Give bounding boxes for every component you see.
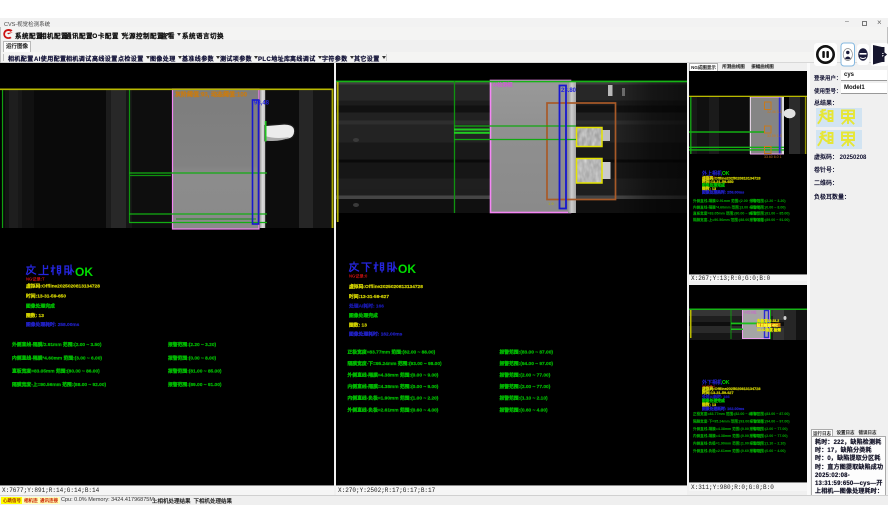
- svg-text:33.60 6.0 1: 33.60 6.0 1: [764, 155, 782, 159]
- svg-text:报警范围:(0.00 ~ 8.00): 报警范围:(0.00 ~ 8.00): [168, 355, 217, 362]
- svg-text:报警范围:(0.60 ~ 4.00): 报警范围:(0.60 ~ 4.00): [500, 407, 549, 414]
- svg-text:虛拟码:Offline2025020813134728: 虛拟码:Offline2025020813134728: [349, 283, 423, 290]
- svg-text:1.9: 1.9: [548, 201, 554, 206]
- svg-text:报警范围:(2.00 ~ 77.00): 报警范围:(2.00 ~ 77.00): [500, 372, 551, 379]
- svg-text:NG记录:0: NG记录:0: [349, 273, 368, 280]
- svg-text:圈数: 13: 圈数: 13: [26, 312, 44, 319]
- svg-text:报警范围:(2.00 ~ 77.00): 报警范围:(2.00 ~ 77.00): [750, 426, 789, 431]
- svg-text:负极耳13 33.2: 负极耳13 33.2: [757, 318, 779, 323]
- svg-text:虛拟码:Offline2025020813134728: 虛拟码:Offline2025020813134728: [26, 283, 100, 290]
- svg-text:报警范围:(1.10 ~ 2.10): 报警范围:(1.10 ~ 2.10): [500, 395, 549, 402]
- svg-text:处理AI耗时: 166: 处理AI耗时: 166: [348, 303, 384, 310]
- svg-text:报警范围:(83.00 ~ 87.00): 报警范围:(83.00 ~ 87.00): [750, 411, 791, 416]
- svg-text:23.80: 23.80: [561, 88, 577, 94]
- svg-text:报警范围:(1.10 ~ 2.10): 报警范围:(1.10 ~ 2.10): [750, 441, 787, 446]
- svg-text:12.42角度 检测: 12.42角度 检测: [757, 327, 781, 332]
- svg-text:AI检测框: AI检测框: [744, 310, 757, 315]
- svg-text:图像处理完成: 图像处理完成: [26, 303, 55, 310]
- svg-text:报警范围:(89.00 ~ 91.00): 报警范围:(89.00 ~ 91.00): [168, 381, 222, 388]
- svg-text:图像处理耗时: 258.00ms: 图像处理耗时: 258.00ms: [26, 321, 80, 328]
- svg-text:外侧直线-负极=2.61mm 范围:(0.60 ~ 4.00: 外侧直线-负极=2.61mm 范围:(0.60 ~ 4.00): [348, 407, 439, 414]
- svg-text:图像处理耗时: 162.00ms: 图像处理耗时: 162.00ms: [702, 406, 744, 411]
- svg-text:内侧直线-负极=1.90mm 范围:(1.00 ~ 2.20: 内侧直线-负极=1.90mm 范围:(1.00 ~ 2.20): [348, 395, 439, 402]
- svg-text:报警范围:(83.00 ~ 87.00): 报警范围:(83.00 ~ 87.00): [500, 349, 554, 356]
- svg-text:隔膜宽度-下=95.24mm 范围:(93.00 ~ 98.: 隔膜宽度-下=95.24mm 范围:(93.00 ~ 98.00): [348, 360, 443, 367]
- svg-text:灰阶阈值:93, 动态阈值:100: 灰阶阈值:93, 动态阈值:100: [175, 91, 248, 99]
- svg-text:外侧直线-隔膜/2.91mm 范围:(2.00 ~ 3.50: 外侧直线-隔膜/2.91mm 范围:(2.00 ~ 3.50): [12, 341, 102, 348]
- svg-text:报警范围:(81.00 ~ 85.00): 报警范围:(81.00 ~ 85.00): [750, 211, 791, 216]
- svg-text:报警范围:(2.00 ~ 77.00): 报警范围:(2.00 ~ 77.00): [750, 433, 789, 438]
- svg-text:时间:13-31-59-650: 时间:13-31-59-650: [26, 293, 66, 300]
- svg-text:报警范围:(0.60 ~ 4.00): 报警范围:(0.60 ~ 4.00): [750, 448, 787, 453]
- svg-text:报警范围:(94.00 ~ 97.00): 报警范围:(94.00 ~ 97.00): [750, 418, 791, 423]
- svg-text:OK: OK: [398, 262, 416, 276]
- svg-text:直板宽度=83.05mm 范围:(80.00 ~ 86.00: 直板宽度=83.05mm 范围:(80.00 ~ 86.00): [12, 368, 100, 375]
- svg-text:报警范围:(2.20 ~ 3.20): 报警范围:(2.20 ~ 3.20): [168, 341, 217, 348]
- svg-text:图像处理完成: 图像处理完成: [349, 312, 378, 319]
- svg-text:圈数: 13: 圈数: 13: [349, 322, 367, 329]
- svg-text:93,48: 93,48: [254, 101, 270, 107]
- svg-text:时间:13-31-59-627: 时间:13-31-59-627: [349, 293, 389, 300]
- svg-text:隔膜宽度-上=90.56mm 范围:(88.00 ~ 92.: 隔膜宽度-上=90.56mm 范围:(88.00 ~ 92.00): [12, 381, 107, 388]
- svg-text:缸目检测 462: 缸目检测 462: [756, 323, 778, 328]
- svg-text:33.09 1.3: 33.09 1.3: [767, 134, 782, 138]
- svg-text:内侧直线-隔膜=4.38mm 范围:(0.00 ~ 9.00: 内侧直线-隔膜=4.38mm 范围:(0.00 ~ 9.00): [348, 383, 439, 390]
- svg-text:正极宽度=83.77mm 范围:(82.00 ~ 88.00: 正极宽度=83.77mm 范围:(82.00 ~ 88.00): [348, 349, 436, 356]
- svg-text:内侧直线-隔膜*4.60mm 范围:(3.00 ~ 6.00: 内侧直线-隔膜*4.60mm 范围:(3.00 ~ 6.00): [12, 355, 102, 362]
- svg-text:NG记录:T: NG记录:T: [26, 276, 45, 283]
- svg-text:报警范围:(89.00 ~ 91.00): 报警范围:(89.00 ~ 91.00): [750, 217, 791, 222]
- svg-text:报警范围:(2.00 ~ 77.00): 报警范围:(2.00 ~ 77.00): [500, 383, 551, 390]
- svg-text:AI检测框: AI检测框: [493, 82, 513, 89]
- svg-text:报警范围:(81.00 ~ 85.00): 报警范围:(81.00 ~ 85.00): [168, 368, 222, 375]
- svg-text:图像处理耗时: 258.00ms: 图像处理耗时: 258.00ms: [702, 190, 744, 195]
- svg-text:图像处理耗时: 162.00ms: 图像处理耗时: 162.00ms: [349, 331, 403, 338]
- svg-text:外侧直线-隔膜=4.38mm 范围:(0.00 ~ 9.00: 外侧直线-隔膜=4.38mm 范围:(0.00 ~ 9.00): [348, 372, 439, 379]
- svg-text:报警范围:(2.20 ~ 3.20): 报警范围:(2.20 ~ 3.20): [750, 198, 787, 203]
- svg-text:报警范围:(94.00 ~ 97.00): 报警范围:(94.00 ~ 97.00): [500, 360, 554, 367]
- svg-text:OK: OK: [75, 265, 93, 279]
- svg-text:32.46 0.3: 32.46 0.3: [767, 110, 782, 114]
- svg-text:报警范围:(0.00 ~ 8.00): 报警范围:(0.00 ~ 8.00): [750, 204, 787, 209]
